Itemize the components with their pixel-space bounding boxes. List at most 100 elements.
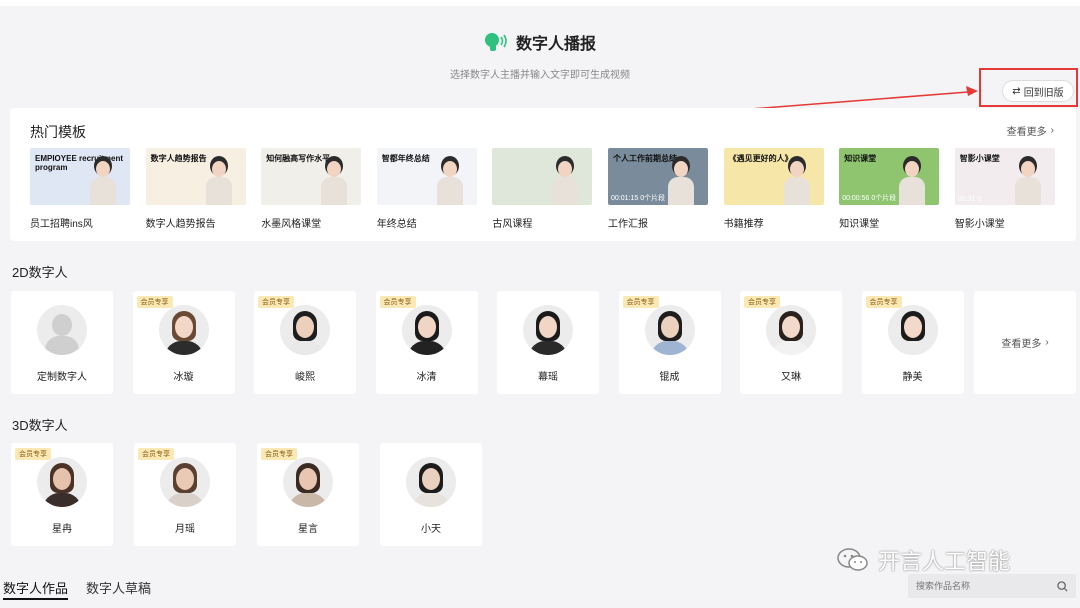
works-search-box: [908, 574, 1076, 598]
digital-human-card[interactable]: 幕瑶: [497, 291, 599, 394]
presenter-body: [205, 177, 232, 205]
template-duration: 00:00:56 0个片段: [842, 195, 897, 202]
template-card[interactable]: 《遇见更好的人》 书籍推荐: [723, 148, 826, 230]
top-strip: [0, 0, 1080, 6]
template-thumbnail[interactable]: 智影小课堂 00:31 0: [954, 148, 1055, 205]
presenter-body: [899, 177, 926, 205]
more-label: 查看更多: [1006, 127, 1047, 138]
template-card[interactable]: 数字人趋势报告 数字人趋势报告: [145, 148, 248, 230]
digital-human-card[interactable]: 会员专享 星冉: [11, 443, 113, 546]
digital-human-card[interactable]: 定制数字人: [11, 291, 113, 394]
works-tabs: 数字人作品 数字人草稿: [3, 578, 151, 600]
digital-human-name: 冰清: [416, 372, 437, 383]
template-thumbnail-text: 智影小课堂: [959, 154, 1000, 163]
avatar: [37, 305, 87, 355]
template-thumbnail[interactable]: 个人工作前期总结 00:01:15 0个片段: [608, 148, 708, 205]
template-duration: 00:01:15 0个片段: [611, 195, 666, 202]
digital-human-name: 峻熙: [295, 372, 315, 383]
template-thumbnail[interactable]: EMPIOYEE recruitment program: [30, 148, 130, 205]
presenter-figure: [205, 159, 232, 205]
presenter-figure: [668, 159, 694, 205]
digital-human-card[interactable]: 会员专享冰璇: [132, 291, 235, 394]
template-thumbnail[interactable]: 智都年终总结: [376, 148, 477, 205]
digital-human-card[interactable]: 会员专享星言: [257, 443, 359, 546]
avatar-clothing: [650, 341, 689, 355]
template-thumbnail[interactable]: 知识课堂 00:00:56 0个片段: [839, 148, 940, 205]
search-icon[interactable]: [1057, 580, 1068, 592]
presenter-figure: [552, 159, 579, 205]
digital-human-name: 又琳: [781, 372, 801, 383]
watermark-text: 开言人工智能: [878, 549, 1011, 574]
presenter-body: [783, 177, 810, 205]
presenter-head: [1020, 161, 1035, 177]
digital-human-name: 锟成: [659, 372, 680, 383]
tab-works[interactable]: 数字人作品: [3, 578, 69, 600]
presenter-figure: [1014, 159, 1041, 205]
template-card[interactable]: 知何融高写作水平 水墨风格课堂: [261, 148, 363, 230]
presenter-head: [327, 161, 342, 177]
template-label: 员工招聘ins风: [30, 219, 93, 230]
2d-more-link[interactable]: 查看更多 ›: [1001, 335, 1048, 350]
digital-human-name: 冰璇: [173, 372, 194, 383]
avatar-face: [53, 468, 71, 490]
template-card[interactable]: EMPIOYEE recruitment program 员工招聘ins风: [30, 148, 132, 230]
presenter-head: [442, 161, 457, 177]
avatar: [283, 457, 333, 507]
avatar-clothing: [43, 493, 81, 507]
avatar-face: [422, 468, 440, 490]
digital-human-card[interactable]: 小天: [380, 443, 482, 546]
watermark: 开言人工智能: [836, 544, 1010, 576]
vip-badge: 会员专享: [136, 296, 173, 308]
presenter-body: [321, 177, 348, 205]
presenter-body: [552, 177, 579, 205]
template-thumbnail[interactable]: 《遇见更好的人》: [723, 148, 824, 205]
works-search-input[interactable]: [916, 581, 1046, 591]
avatar-face: [782, 316, 800, 338]
page-subtitle: 选择数字人主播并输入文字即可生成视频: [450, 70, 630, 81]
highlight-box: [979, 68, 1078, 107]
digital-human-speaking-icon: [484, 33, 507, 51]
digital-human-card[interactable]: 会员专享 峻熙: [254, 291, 356, 394]
avatar: [158, 305, 209, 355]
digital-human-name: 小天: [421, 524, 441, 535]
digital-human-card[interactable]: 会员专享 又琳: [740, 291, 842, 394]
tab-drafts[interactable]: 数字人草稿: [86, 578, 151, 600]
template-thumbnail-text: 数字人趋势报告: [150, 154, 207, 163]
template-label: 数字人趋势报告: [145, 219, 216, 230]
avatar-clothing: [164, 341, 203, 355]
digital-human-card[interactable]: 会员专享 月瑶: [134, 443, 236, 546]
template-label: 知识课堂: [839, 219, 880, 230]
digital-human-name: 定制数字人: [37, 372, 87, 383]
digital-human-name: 星言: [298, 524, 318, 535]
avatar: [280, 305, 330, 355]
avatar: [644, 305, 695, 355]
presenter-head: [789, 161, 804, 177]
avatar-clothing: [286, 341, 324, 355]
vip-badge: 会员专享: [865, 296, 902, 308]
presenter-head: [211, 161, 226, 177]
template-thumbnail[interactable]: 数字人趋势报告: [145, 148, 246, 205]
template-thumbnail[interactable]: [492, 148, 593, 205]
2d-more-card[interactable]: 查看更多 ›: [974, 291, 1076, 394]
template-card[interactable]: 古风课程: [492, 148, 594, 230]
vip-badge: 会员专享: [261, 448, 297, 460]
user-silhouette-icon: [52, 314, 72, 336]
presenter-figure: [90, 159, 116, 205]
avatar-face: [417, 316, 436, 338]
hot-templates-more-link[interactable]: 查看更多 ›: [1007, 123, 1054, 138]
digital-human-card[interactable]: 会员专享 静美: [861, 291, 964, 394]
wechat-icon: [837, 548, 868, 571]
template-card[interactable]: 个人工作前期总结 00:01:15 0个片段工作汇报: [608, 148, 710, 230]
template-label: 工作汇报: [608, 219, 648, 230]
template-card[interactable]: 知识课堂 00:00:56 0个片段知识课堂: [839, 148, 941, 230]
vip-badge: 会员专享: [379, 296, 416, 308]
avatar-clothing: [289, 493, 327, 507]
avatar: [523, 305, 573, 355]
template-thumbnail[interactable]: 知何融高写作水平: [261, 148, 362, 205]
template-card[interactable]: 智影小课堂 00:31 0 智影小课堂: [954, 148, 1057, 230]
vip-badge: 会员专享: [138, 448, 174, 460]
title-row: 数字人播报: [0, 30, 1080, 54]
digital-human-card[interactable]: 会员专享冰清: [375, 291, 478, 394]
digital-human-card[interactable]: 会员专享 锟成: [618, 291, 721, 394]
template-card[interactable]: 智都年终总结 年终总结: [376, 148, 479, 230]
